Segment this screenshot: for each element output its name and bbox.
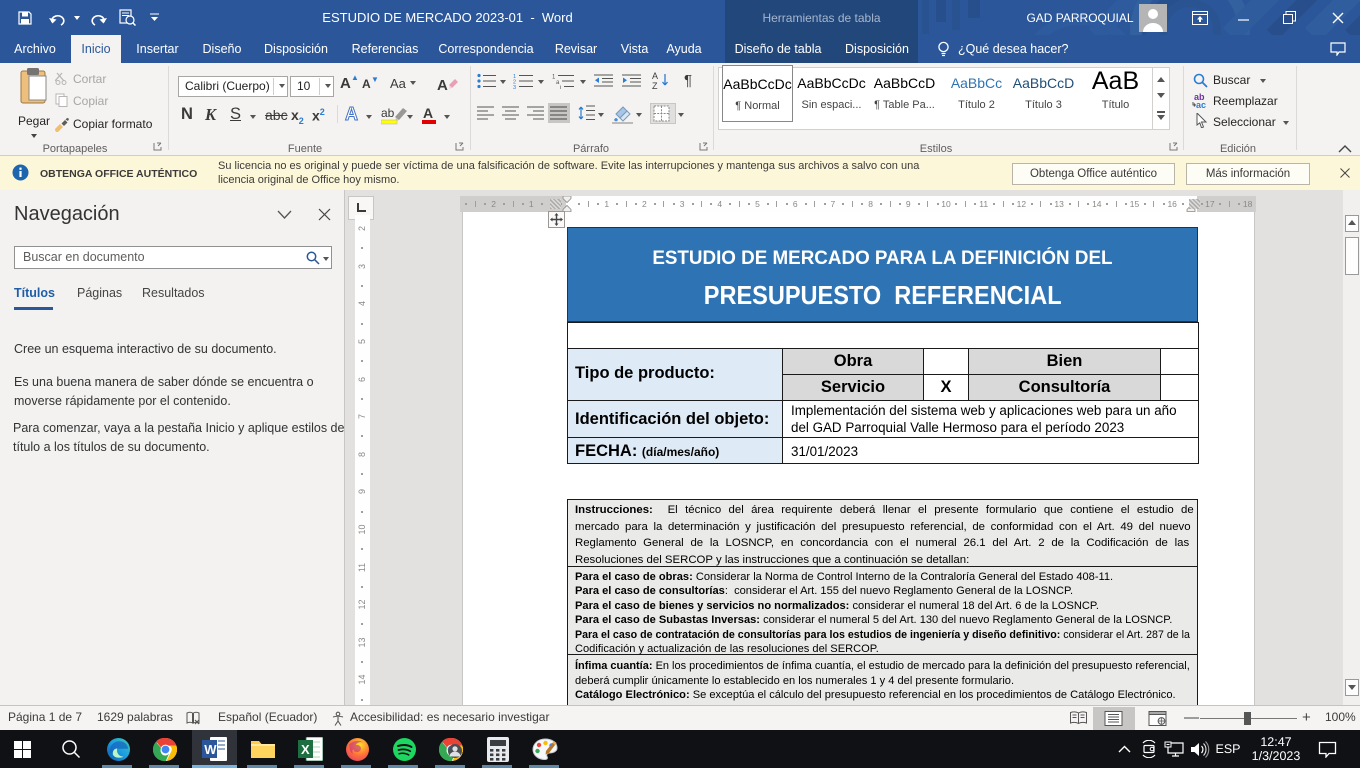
svg-text:W: W (204, 742, 217, 757)
svg-text:A: A (437, 77, 448, 94)
svg-text:i: i (560, 86, 561, 90)
svg-text:ac: ac (1196, 100, 1206, 109)
svg-text:A: A (423, 105, 433, 121)
svg-text:Z: Z (652, 81, 658, 91)
svg-text:ab: ab (381, 106, 395, 120)
svg-text:3: 3 (513, 85, 516, 89)
svg-text:A: A (652, 71, 658, 81)
svg-text:X: X (301, 742, 310, 757)
